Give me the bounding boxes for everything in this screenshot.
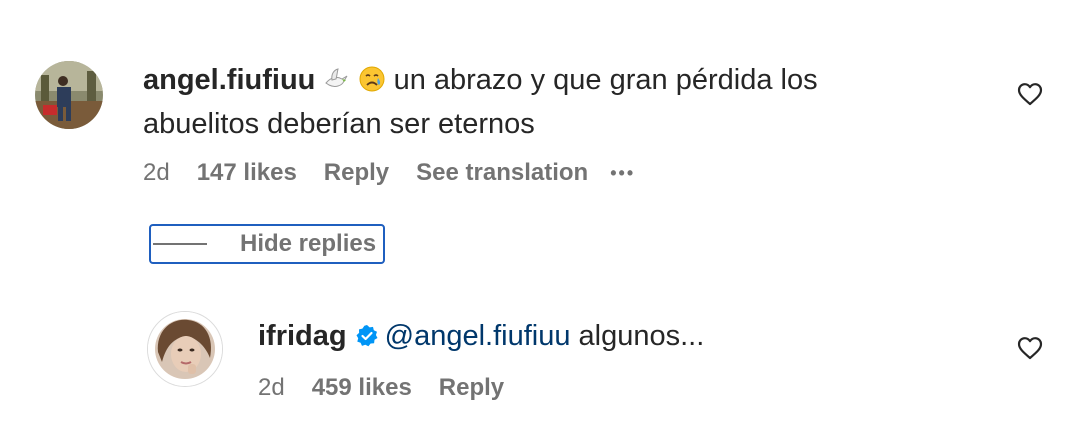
commenter-avatar[interactable] <box>35 61 103 129</box>
comment-time: 2d <box>143 159 170 186</box>
replies-divider-line <box>153 243 207 245</box>
comment-meta: 2d 147 likes Reply See translation ••• <box>143 157 635 189</box>
reply-username[interactable]: ifridag <box>258 320 347 352</box>
crying-face-icon <box>358 64 386 104</box>
hide-replies-button[interactable]: Hide replies <box>149 224 385 264</box>
comment-text: angel.fiufiuu un abrazo y que gran pérdi… <box>143 60 903 144</box>
reply-message: algunos... <box>578 320 705 352</box>
reply-likes-link[interactable]: 459 likes <box>312 374 412 402</box>
comment-likes-link[interactable]: 147 likes <box>197 159 297 187</box>
reply-avatar[interactable] <box>147 311 223 387</box>
mention-link[interactable]: @angel.fiufiuu <box>385 320 571 352</box>
reply-time: 2d <box>258 374 285 401</box>
more-options-icon[interactable]: ••• <box>610 163 635 184</box>
reply-like-heart-icon[interactable] <box>1017 336 1043 365</box>
reply-reply-button[interactable]: Reply <box>439 374 504 402</box>
verified-badge-icon <box>355 319 379 359</box>
hide-replies-label: Hide replies <box>240 230 377 257</box>
reply-meta: 2d 459 likes Reply <box>258 372 504 404</box>
reply-text: ifridag @angel.fiufiuu algunos... <box>258 316 958 359</box>
reply-button[interactable]: Reply <box>324 159 389 187</box>
comment-text-line2: abuelitos deberían ser eternos <box>143 108 535 140</box>
dove-icon <box>323 64 349 104</box>
like-heart-icon[interactable] <box>1017 82 1043 111</box>
comment-text-line1: un abrazo y que gran pérdida los <box>393 64 818 96</box>
comment-username[interactable]: angel.fiufiuu <box>143 64 315 96</box>
see-translation-button[interactable]: See translation <box>416 159 588 187</box>
